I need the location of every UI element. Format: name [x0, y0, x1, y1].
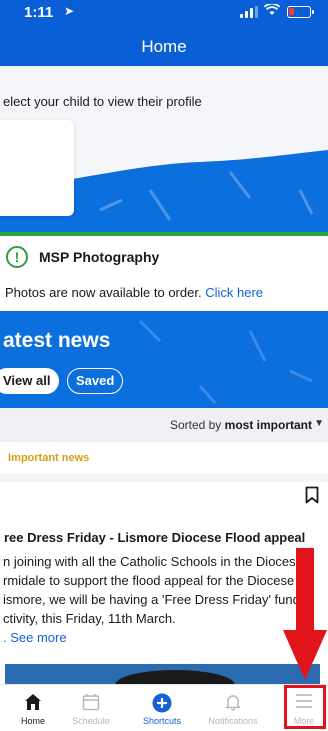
tab-schedule-label: Schedule	[72, 716, 110, 726]
status-time: 1:11	[24, 4, 54, 21]
caret-down-icon: ▼	[314, 418, 324, 429]
post-body-line: ismore, we will be having a 'Free Dress …	[3, 592, 305, 607]
bottom-tab-bar: Home Schedule Shortcuts Notifications Mo…	[0, 684, 328, 731]
tab-shortcuts-label: Shortcuts	[142, 716, 182, 726]
sort-bar[interactable]: Sorted by most important ▼	[0, 408, 328, 442]
wifi-icon	[263, 2, 281, 19]
post-title[interactable]: ree Dress Friday - Lismore Diocese Flood…	[4, 530, 305, 545]
post-body-line: rmidale to support the flood appeal for …	[3, 573, 295, 588]
profile-prompt: elect your child to view their profile	[3, 94, 202, 109]
home-icon	[25, 694, 41, 710]
location-arrow-icon: ➤	[64, 4, 75, 18]
tab-notifications-label: Notifications	[208, 716, 258, 726]
alert-body-text: Photos are now available to order.	[5, 285, 202, 300]
alert-exclamation-icon: !	[6, 246, 28, 268]
child-profile-selector: elect your child to view their profile	[0, 66, 328, 236]
alert-title: MSP Photography	[39, 249, 160, 265]
page-title: Home	[141, 37, 187, 56]
latest-news-title: atest news	[3, 329, 111, 352]
battery-icon	[287, 6, 314, 18]
click-here-link[interactable]: Click here	[205, 285, 263, 300]
profile-divider	[0, 232, 328, 236]
see-more-link[interactable]: . See more	[3, 630, 67, 645]
sort-prefix: Sorted by	[169, 418, 222, 432]
cellular-signal-icon	[240, 6, 258, 18]
plus-circle-icon	[152, 693, 172, 713]
saved-button[interactable]: Saved	[67, 368, 124, 394]
tab-schedule[interactable]: Schedule	[58, 685, 124, 731]
annotation-highlight-box	[284, 685, 326, 729]
post-body-line: ctivity, this Friday, 11th March.	[3, 611, 176, 626]
post-image[interactable]	[5, 664, 320, 686]
latest-news-banner: atest news View all Saved	[0, 311, 328, 408]
tab-shortcuts[interactable]: Shortcuts	[129, 685, 195, 731]
app-header: 1:11 ➤ Home	[0, 0, 328, 66]
child-profile-card[interactable]	[0, 120, 74, 216]
bookmark-icon[interactable]	[305, 486, 319, 504]
bell-icon	[225, 695, 241, 711]
sort-label: Sorted by most important	[170, 418, 312, 432]
calendar-icon	[82, 694, 100, 711]
annotation-arrow-icon	[283, 548, 327, 680]
sort-value: most important	[224, 418, 312, 432]
alert-body: Photos are now available to order. Click…	[5, 285, 263, 300]
tab-notifications[interactable]: Notifications	[200, 685, 266, 731]
tab-home-label: Home	[20, 716, 45, 726]
status-bar: 1:11 ➤	[0, 0, 328, 24]
tab-home[interactable]: Home	[0, 685, 66, 731]
section-divider	[0, 474, 328, 482]
view-all-button[interactable]: View all	[0, 368, 60, 394]
post-body-line: n joining with all the Catholic Schools …	[3, 554, 303, 569]
post-category-tag: Important news	[8, 452, 90, 464]
